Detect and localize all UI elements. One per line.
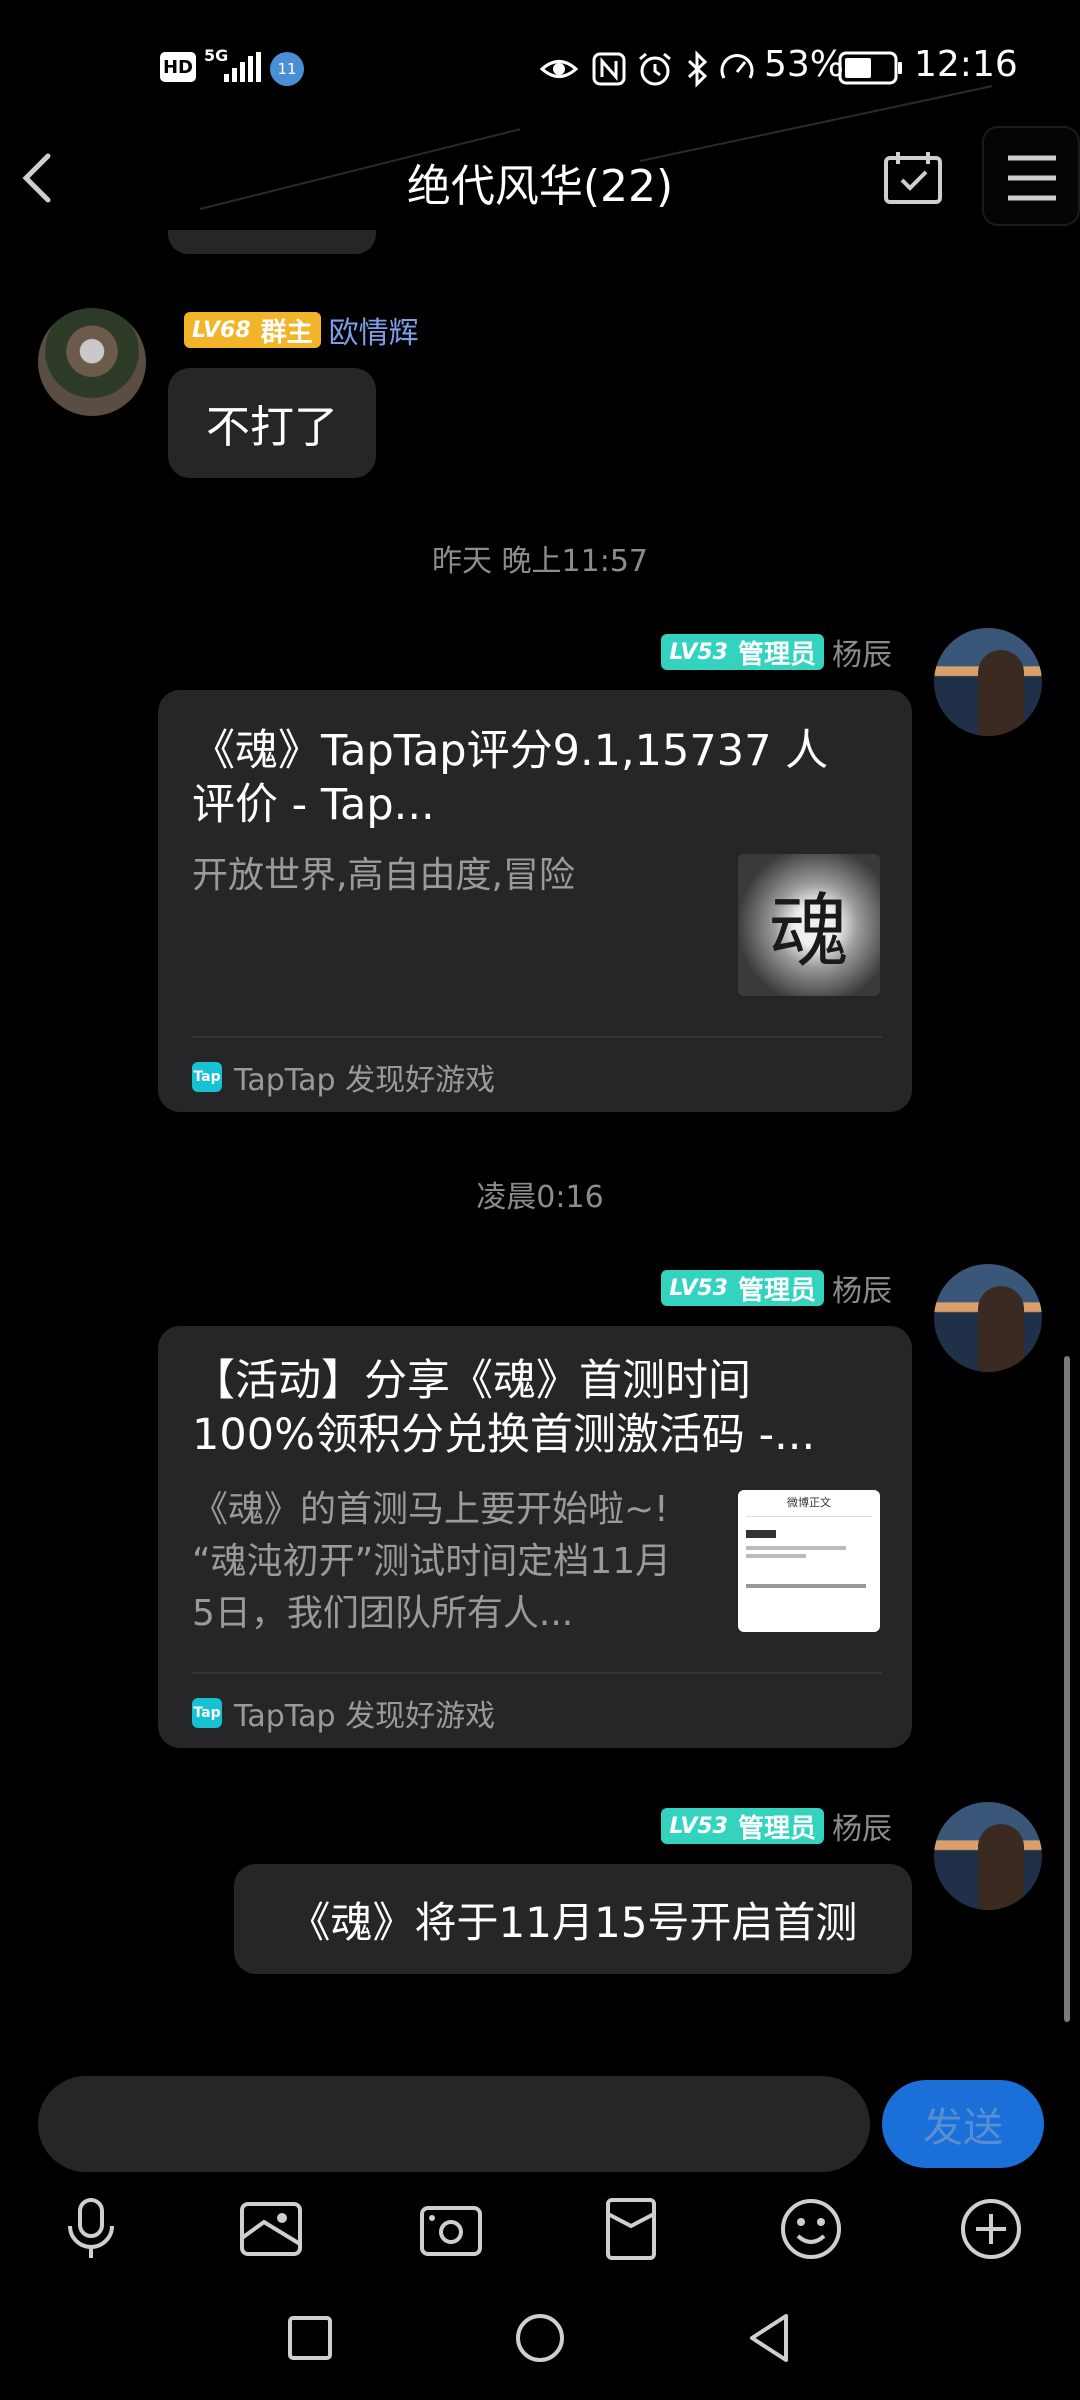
battery-icon: [838, 51, 902, 85]
send-button[interactable]: 发送: [882, 2080, 1044, 2168]
role-label: 管理员: [737, 1813, 816, 1844]
message-text: 不打了: [206, 402, 338, 453]
plus-circle-icon[interactable]: [956, 2194, 1026, 2264]
sender-row: LV68 群主 欧情辉: [184, 308, 419, 352]
microphone-icon[interactable]: [56, 2194, 126, 2264]
camera-icon[interactable]: [416, 2194, 486, 2264]
role-label: 管理员: [737, 639, 816, 670]
role-label: 管理员: [737, 1275, 816, 1306]
card-description: 开放世界,高自由度,冒险: [192, 855, 575, 896]
clock: 12:16: [914, 44, 1018, 85]
sender-row: LV53 管理员 杨辰: [661, 1804, 892, 1848]
sender-name[interactable]: 欧情辉: [329, 308, 419, 352]
sender-name[interactable]: 杨辰: [832, 1804, 892, 1848]
role-label: 群主: [260, 317, 313, 348]
avatar[interactable]: [934, 1802, 1042, 1910]
level-number: LV53: [669, 1275, 728, 1301]
previous-bubble-edge: [168, 230, 376, 254]
card-source-label: TapTap 发现好游戏: [234, 1699, 496, 1734]
thumbnail-glyph: 魂: [769, 885, 849, 978]
hd-indicator: HD: [160, 52, 196, 82]
level-badge: LV68 群主: [184, 312, 321, 348]
home-icon[interactable]: [510, 2308, 570, 2368]
scrollbar[interactable]: [1064, 1356, 1070, 2022]
thumbnail-text-line: [746, 1546, 846, 1550]
card-description: 5日，我们团队所有人...: [192, 1593, 574, 1634]
back-icon[interactable]: [740, 2308, 800, 2368]
card-title-line: 《魂》TapTap评分9.1,15737 人: [192, 726, 829, 776]
thumbnail-text-line: [746, 1554, 806, 1558]
thumbnail-text-line: [746, 1584, 866, 1588]
emoji-icon[interactable]: [776, 2194, 846, 2264]
battery-percent: 53%: [764, 44, 845, 85]
recent-apps-icon[interactable]: [280, 2308, 340, 2368]
link-card[interactable]: 【活动】分享《魂》首测时间 100%领积分兑换首测激活码 -... 《魂》的首测…: [158, 1326, 912, 1748]
card-source: Tap TapTap 发现好游戏: [192, 1052, 495, 1102]
message-input[interactable]: [38, 2076, 870, 2172]
card-divider: [192, 1672, 882, 1674]
card-title-line: 【活动】分享《魂》首测时间: [192, 1356, 751, 1406]
red-packet-icon[interactable]: [596, 2194, 666, 2264]
hamburger-menu-icon: [1008, 155, 1056, 201]
message-text: 《魂》将于11月15号开启首测: [288, 1897, 858, 1947]
card-title-line: 100%领积分兑换首测激活码 -...: [192, 1410, 816, 1460]
menu-button[interactable]: [982, 126, 1080, 226]
avatar[interactable]: [38, 308, 146, 416]
level-number: LV68: [192, 317, 251, 343]
sender-row: LV53 管理员 杨辰: [661, 630, 892, 674]
card-divider: [192, 1036, 882, 1038]
sender-name[interactable]: 杨辰: [832, 630, 892, 674]
avatar[interactable]: [934, 1264, 1042, 1372]
sender-row: LV53 管理员 杨辰: [661, 1266, 892, 1310]
thumbnail-redaction: [746, 1530, 776, 1538]
status-bar: HD 5G 11 53% 12:16: [0, 0, 1080, 130]
speed-icon: [720, 54, 754, 79]
card-source-label: TapTap 发现好游戏: [234, 1063, 496, 1098]
timestamp: 昨天 晚上11:57: [432, 544, 648, 579]
eye-icon: [540, 60, 578, 78]
thumbnail-rule: [746, 1516, 872, 1517]
card-title-line: 评价 - Tap...: [192, 780, 435, 830]
message-bubble[interactable]: 《魂》将于11月15号开启首测: [234, 1864, 912, 1974]
nfc-icon: [592, 52, 626, 86]
link-card[interactable]: 《魂》TapTap评分9.1,15737 人 评价 - Tap... 开放世界,…: [158, 690, 912, 1112]
card-thumbnail: 魂: [738, 854, 880, 996]
alarm-icon: [639, 52, 671, 86]
card-source: Tap TapTap 发现好游戏: [192, 1688, 495, 1738]
taptap-logo-icon: Tap: [192, 1062, 222, 1092]
level-number: LV53: [669, 1813, 728, 1839]
calendar-check-icon[interactable]: [880, 148, 946, 208]
card-description: 《魂》的首测马上要开始啦~!: [192, 1489, 669, 1530]
level-number: LV53: [669, 639, 728, 665]
notification-badge: 11: [270, 52, 304, 86]
level-badge: LV53 管理员: [661, 634, 824, 670]
message-bubble[interactable]: 不打了: [168, 368, 376, 478]
bluetooth-icon: [687, 50, 708, 88]
avatar[interactable]: [934, 628, 1042, 736]
level-badge: LV53 管理员: [661, 1270, 824, 1306]
taptap-logo-icon: Tap: [192, 1698, 222, 1728]
thumbnail-title: 微博正文: [787, 1496, 831, 1509]
card-description: “魂沌初开”测试时间定档11月: [192, 1541, 672, 1582]
signal-icon: [224, 52, 261, 82]
card-thumbnail: 微博正文: [738, 1490, 880, 1632]
timestamp: 凌晨0:16: [476, 1180, 604, 1215]
level-badge: LV53 管理员: [661, 1808, 824, 1844]
image-icon[interactable]: [236, 2194, 306, 2264]
sender-name[interactable]: 杨辰: [832, 1266, 892, 1310]
